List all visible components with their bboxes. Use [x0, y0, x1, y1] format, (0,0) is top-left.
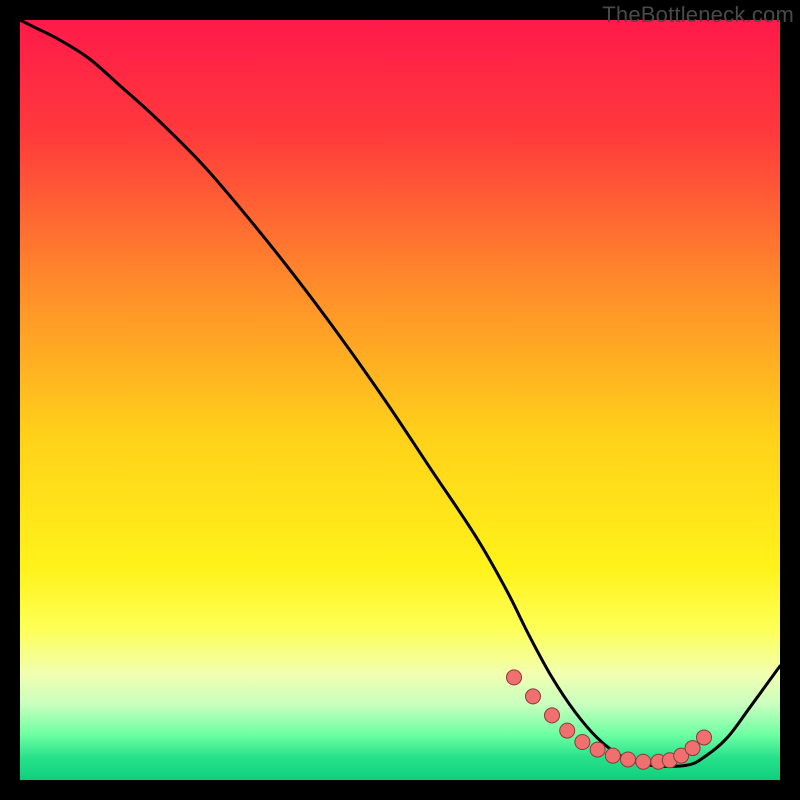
- curve-markers: [507, 670, 712, 769]
- marker-dot: [560, 723, 575, 738]
- watermark-text: TheBottleneck.com: [602, 2, 794, 28]
- chart-frame: TheBottleneck.com: [0, 0, 800, 800]
- marker-dot: [636, 754, 651, 769]
- marker-dot: [590, 742, 605, 757]
- curve-layer: [20, 20, 780, 780]
- marker-dot: [685, 741, 700, 756]
- marker-dot: [545, 708, 560, 723]
- marker-dot: [697, 730, 712, 745]
- marker-dot: [605, 748, 620, 763]
- plot-area: [20, 20, 780, 780]
- marker-dot: [575, 735, 590, 750]
- marker-dot: [507, 670, 522, 685]
- marker-dot: [526, 689, 541, 704]
- bottleneck-curve: [20, 20, 780, 766]
- marker-dot: [621, 752, 636, 767]
